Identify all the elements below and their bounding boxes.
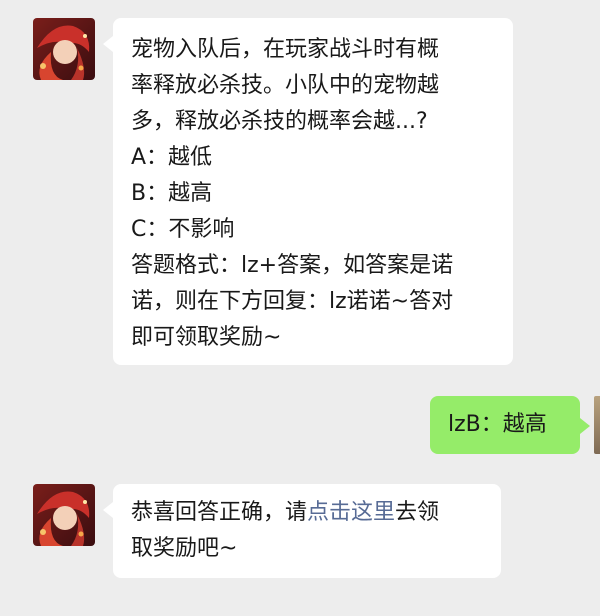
message-line: 答题格式：lz+答案，如答案是诺 xyxy=(131,253,454,278)
message-line: 即可领取奖励~ xyxy=(131,325,282,350)
option-a: A：越低 xyxy=(131,145,213,170)
self-avatar[interactable] xyxy=(594,396,600,454)
message-bubble-answer[interactable]: lzB：越高 xyxy=(430,396,590,454)
sender-avatar[interactable] xyxy=(33,18,95,80)
message-text: 恭喜回答正确，请 xyxy=(131,500,308,525)
message-line: 率释放必杀技。小队中的宠物越 xyxy=(131,73,440,98)
message-line: 诺，则在下方回复：lz诺诺~答对 xyxy=(131,289,454,314)
message-line: lzB：越高 xyxy=(448,412,547,437)
message-line: 宠物入队后，在玩家战斗时有概 xyxy=(131,37,440,62)
message-text: 去领 xyxy=(395,500,440,525)
message-line: 恭喜回答正确，请点击这里去领 xyxy=(131,495,483,531)
message-bubble-question[interactable]: 宠物入队后，在玩家战斗时有概 率释放必杀技。小队中的宠物越 多，释放必杀技的概率… xyxy=(103,18,513,365)
chat-window: 宠物入队后，在玩家战斗时有概 率释放必杀技。小队中的宠物越 多，释放必杀技的概率… xyxy=(0,0,600,616)
message-line: 多，释放必杀技的概率会越...? xyxy=(131,109,428,134)
claim-reward-link[interactable]: 点击这里 xyxy=(307,500,395,525)
message-line: 取奖励吧~ xyxy=(131,536,238,561)
sender-avatar[interactable] xyxy=(33,484,95,546)
message-bubble-reward[interactable]: 恭喜回答正确，请点击这里去领 取奖励吧~ xyxy=(103,484,501,578)
option-c: C：不影响 xyxy=(131,217,235,242)
option-b: B：越高 xyxy=(131,181,213,206)
